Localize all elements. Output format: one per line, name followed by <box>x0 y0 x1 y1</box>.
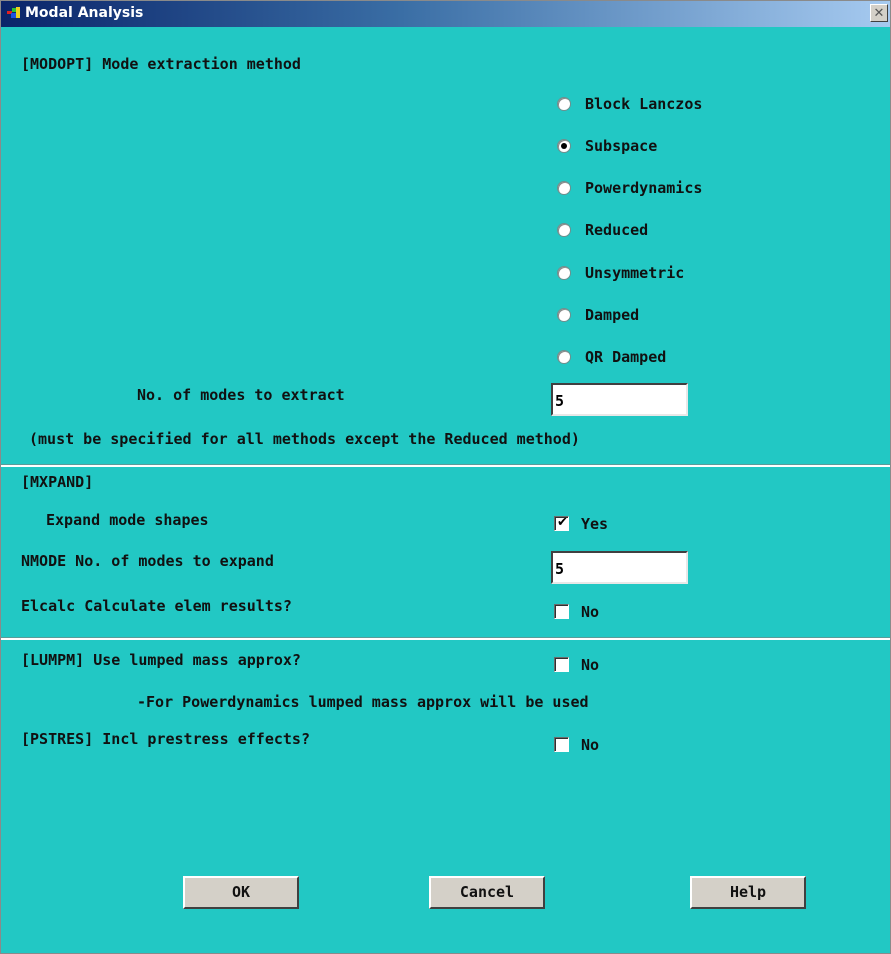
num-modes-label: No. of modes to extract <box>137 386 345 404</box>
radio-block-lanczos[interactable] <box>557 97 571 111</box>
pstres-no-label[interactable]: No <box>581 736 599 754</box>
expand-yes-label[interactable]: Yes <box>581 515 608 533</box>
radio-reduced[interactable] <box>557 223 571 237</box>
help-button[interactable]: Help <box>690 876 806 909</box>
lumpm-label: [LUMPM] Use lumped mass approx? <box>21 651 301 669</box>
nmode-label: NMODE No. of modes to expand <box>21 552 274 570</box>
radio-damped[interactable] <box>557 308 571 322</box>
pstres-label: [PSTRES] Incl prestress effects? <box>21 730 310 748</box>
radio-label-unsymmetric[interactable]: Unsymmetric <box>585 264 684 282</box>
expand-mode-shapes-label: Expand mode shapes <box>46 511 209 529</box>
expand-yes-checkbox[interactable]: ✔ <box>554 515 569 531</box>
radio-selected-dot <box>561 143 567 149</box>
section-divider <box>1 464 890 467</box>
checkmark-icon: ✔ <box>557 515 568 530</box>
nmode-input[interactable] <box>551 551 688 584</box>
modopt-header: [MODOPT] Mode extraction method <box>21 55 301 73</box>
app-icon <box>7 7 21 19</box>
radio-unsymmetric[interactable] <box>557 266 571 280</box>
modal-analysis-dialog: Modal Analysis ✕ [MODOPT] Mode extractio… <box>0 0 891 954</box>
radio-powerdynamics[interactable] <box>557 181 571 195</box>
num-modes-input[interactable] <box>551 383 688 416</box>
radio-label-subspace[interactable]: Subspace <box>585 137 657 155</box>
close-icon[interactable]: ✕ <box>870 4 888 22</box>
lumpm-no-label[interactable]: No <box>581 656 599 674</box>
modopt-note: (must be specified for all methods excep… <box>29 430 580 448</box>
lumpm-note: -For Powerdynamics lumped mass approx wi… <box>137 693 589 711</box>
radio-label-damped[interactable]: Damped <box>585 306 639 324</box>
radio-label-qr-damped[interactable]: QR Damped <box>585 348 666 366</box>
radio-label-powerdynamics[interactable]: Powerdynamics <box>585 179 702 197</box>
radio-label-block-lanczos[interactable]: Block Lanczos <box>585 95 702 113</box>
radio-qr-damped[interactable] <box>557 350 571 364</box>
elcalc-label: Elcalc Calculate elem results? <box>21 597 292 615</box>
ok-button[interactable]: OK <box>183 876 299 909</box>
pstres-checkbox[interactable] <box>554 737 569 752</box>
radio-subspace[interactable] <box>557 139 571 153</box>
title-bar[interactable]: Modal Analysis ✕ <box>1 1 890 27</box>
mxpand-header: [MXPAND] <box>21 473 94 491</box>
window-title: Modal Analysis <box>25 5 144 21</box>
lumpm-checkbox[interactable] <box>554 657 569 672</box>
elcalc-checkbox[interactable] <box>554 604 569 619</box>
radio-label-reduced[interactable]: Reduced <box>585 221 648 239</box>
cancel-button[interactable]: Cancel <box>429 876 545 909</box>
elcalc-no-label[interactable]: No <box>581 603 599 621</box>
section-divider <box>1 637 890 640</box>
